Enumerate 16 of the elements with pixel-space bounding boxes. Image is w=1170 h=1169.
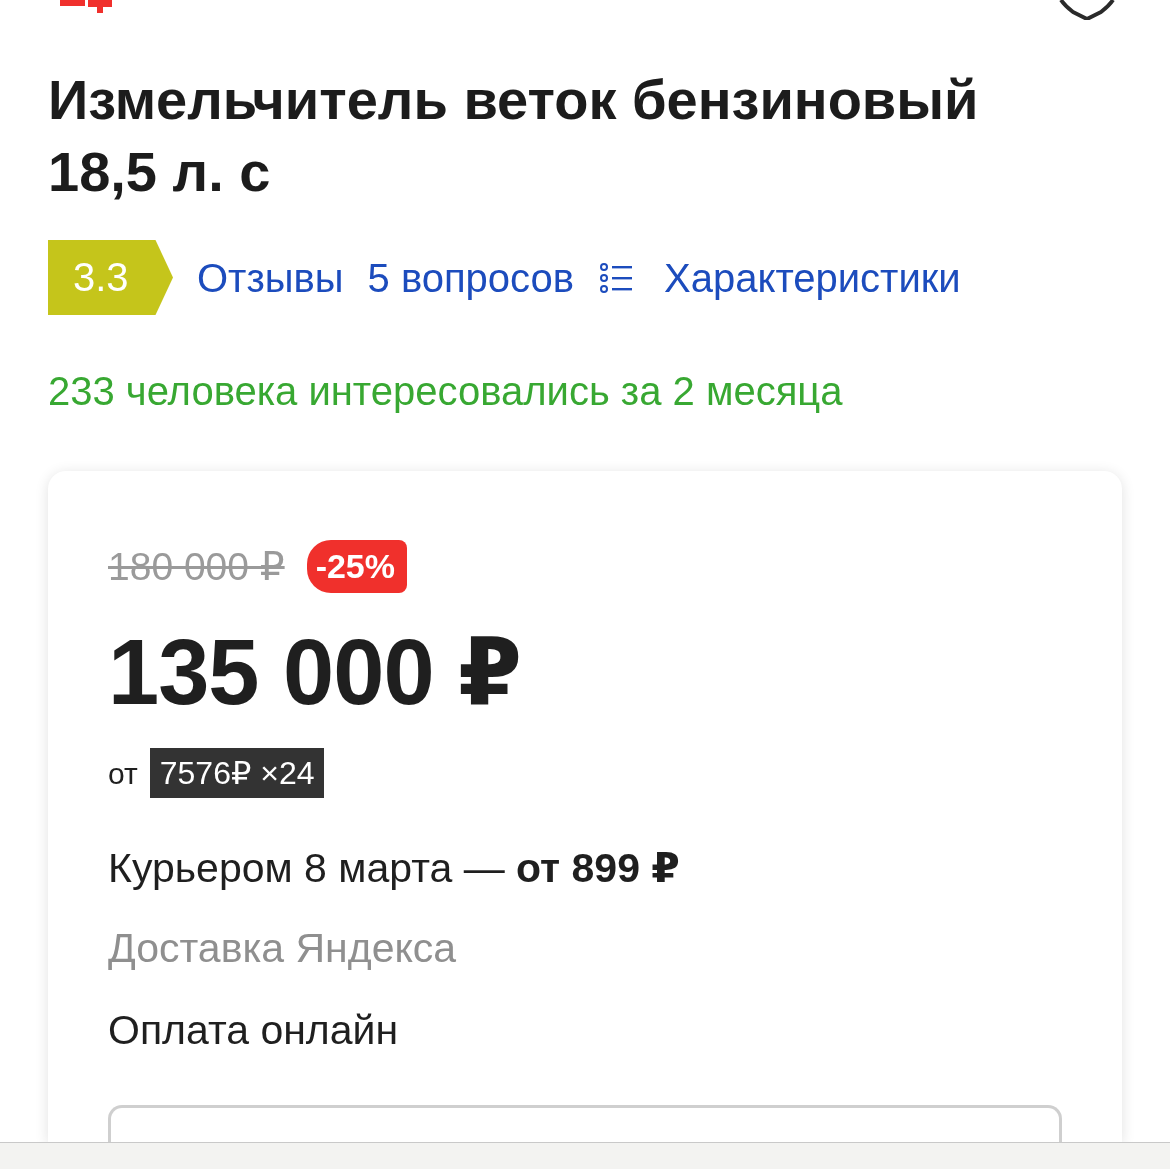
payment-text: Оплата онлайн [108,1006,400,1054]
installment-badge[interactable]: 7576₽ ×24 [149,748,325,798]
reviews-link[interactable]: Отзывы [197,253,344,302]
questions-link[interactable]: 5 вопросов [367,253,575,302]
discount-badge: -25% [306,540,407,593]
interest-text: 233 человека интересовались за 2 месяца [48,369,844,413]
installment-prefix: от [108,755,138,792]
rating-badge: 3.3 [48,240,173,315]
logo-icon [60,0,112,13]
delivery-service: Доставка Яндекса [108,924,458,972]
delivery-text: Курьером 8 марта — от 899 ₽ [108,844,681,892]
list-icon [600,262,633,293]
specs-link[interactable]: Характеристики [600,253,961,302]
old-price: 180 000 ₽ [108,544,285,589]
product-title: Измельчитель веток бензиновый 18,5 л. с [48,67,980,205]
price: 135 000 ₽ [108,622,523,722]
